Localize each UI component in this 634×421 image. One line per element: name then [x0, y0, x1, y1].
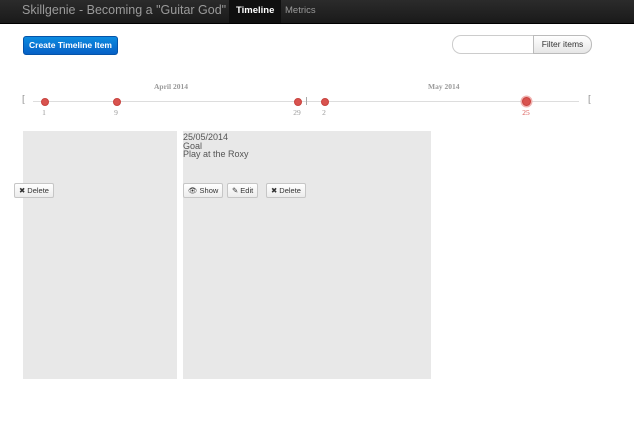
- timeline-date-label: 9: [114, 108, 118, 117]
- close-icon: ✖: [19, 186, 26, 195]
- month-label-may: May 2014: [428, 82, 460, 91]
- filter-input[interactable]: [452, 35, 545, 54]
- tab-metrics[interactable]: Metrics: [278, 0, 323, 23]
- timeline-point[interactable]: [321, 98, 329, 106]
- timeline-start-bracket: [: [22, 94, 26, 105]
- timeline-end-bracket: [: [588, 94, 592, 105]
- edit-button-label: Edit: [240, 186, 254, 195]
- close-icon: ✖: [271, 186, 278, 195]
- timeline-date-label: 2: [322, 108, 326, 117]
- timeline-card-selected: [183, 131, 431, 379]
- delete-button[interactable]: ✖ Delete: [266, 183, 306, 198]
- month-label-april: April 2014: [154, 82, 188, 91]
- timeline-point[interactable]: [41, 98, 49, 106]
- navbar: Skillgenie - Becoming a "Guitar God" Tim…: [0, 0, 634, 24]
- filter-items-button[interactable]: Filter items: [533, 35, 592, 54]
- delete-button-label: Delete: [279, 186, 301, 195]
- delete-button-label: Delete: [27, 186, 49, 195]
- month-separator: [306, 97, 307, 105]
- timeline-point[interactable]: [113, 98, 121, 106]
- tab-timeline[interactable]: Timeline: [229, 0, 282, 23]
- timeline-date-label-selected: 25: [522, 108, 530, 117]
- create-timeline-item-button[interactable]: Create Timeline Item: [23, 36, 118, 55]
- app-brand[interactable]: Skillgenie - Becoming a "Guitar God": [22, 3, 226, 17]
- timeline-date-label: 1: [42, 108, 46, 117]
- timeline-point[interactable]: [294, 98, 302, 106]
- eye-icon: 👁: [188, 186, 198, 195]
- timeline-date-label: 29: [293, 108, 301, 117]
- delete-button[interactable]: ✖ Delete: [14, 183, 54, 198]
- card-title: Play at the Roxy: [183, 149, 249, 159]
- edit-button[interactable]: ✎ Edit: [227, 183, 259, 198]
- pencil-icon: ✎: [232, 186, 239, 195]
- show-button[interactable]: 👁 Show: [183, 183, 224, 198]
- timeline-card: [23, 131, 177, 379]
- timeline-point-selected[interactable]: [522, 97, 531, 106]
- show-button-label: Show: [199, 186, 219, 195]
